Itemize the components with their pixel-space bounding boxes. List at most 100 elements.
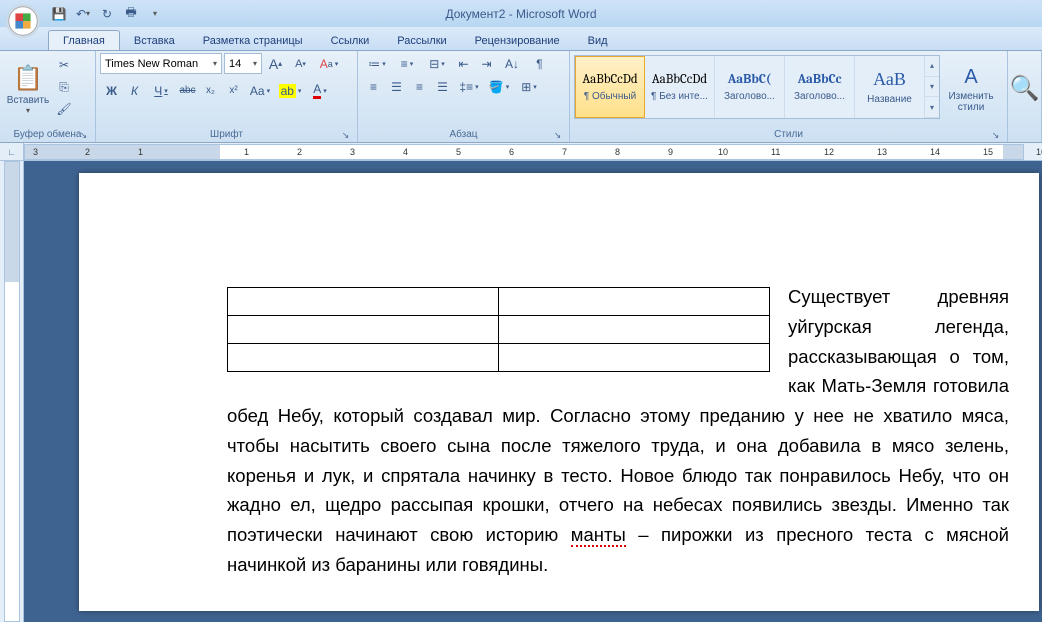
- style-name: Заголово...: [794, 91, 845, 102]
- shading-button[interactable]: 🪣▾: [484, 76, 514, 97]
- change-styles-button[interactable]: A Изменить стили: [942, 53, 1000, 125]
- underline-button[interactable]: Ч▾: [146, 80, 176, 101]
- bold-button[interactable]: Ж: [100, 80, 123, 101]
- table-cell[interactable]: [228, 288, 499, 316]
- underline-label: Ч: [154, 84, 162, 98]
- font-color-button[interactable]: A▾: [305, 80, 335, 101]
- style-heading2[interactable]: AaBbCc Заголово...: [785, 56, 855, 118]
- font-group-label: Шрифт: [210, 129, 243, 140]
- paragraph-launcher[interactable]: ↘: [551, 129, 564, 142]
- table-cell[interactable]: [499, 316, 770, 344]
- spelling-error[interactable]: манты: [571, 524, 626, 547]
- tab-references[interactable]: Ссылки: [317, 31, 384, 50]
- qat-undo[interactable]: ↶▾: [72, 3, 94, 25]
- bullets-button[interactable]: ≔▾: [362, 53, 392, 74]
- qat-print[interactable]: 🖶: [120, 3, 142, 25]
- group-paragraph: ≔▾ ≡▾ ⊟▾ ⇤ ⇥ A↓ ¶ ≡ ☰ ≡ ☰ ‡≡▾ 🪣▾ ⊞▾ Абза…: [358, 51, 570, 142]
- font-name-value: Times New Roman: [105, 58, 198, 70]
- table-cell[interactable]: [499, 288, 770, 316]
- style-title[interactable]: АаВ Название: [855, 56, 925, 118]
- style-heading1[interactable]: AaBbC( Заголово...: [715, 56, 785, 118]
- style-name: ¶ Обычный: [584, 91, 636, 102]
- style-preview: AaBbC(: [728, 72, 771, 87]
- align-right-button[interactable]: ≡: [408, 76, 431, 97]
- clipboard-launcher[interactable]: ↘: [77, 129, 90, 142]
- clipboard-icon: 📋: [13, 64, 43, 93]
- numbering-button[interactable]: ≡▾: [392, 53, 422, 74]
- styles-gallery: AaBbCcDd¶ Обычный AaBbCcDd¶ Без инте... …: [574, 55, 940, 119]
- tab-selector[interactable]: ∟: [0, 143, 24, 160]
- styles-up[interactable]: ▴: [925, 56, 939, 77]
- table-row[interactable]: [228, 344, 770, 372]
- table-cell[interactable]: [228, 316, 499, 344]
- ruler-row: ∟ 3 2 1 1 2 3 4 5 6 7 8 9 10 11 12 13 14…: [0, 143, 1042, 161]
- tab-view[interactable]: Вид: [574, 31, 622, 50]
- format-painter-button[interactable]: 🖌: [54, 99, 74, 119]
- table-row[interactable]: [228, 316, 770, 344]
- italic-button[interactable]: К: [123, 80, 146, 101]
- work-area: Существует древняя уйгурская легенда, ра…: [0, 161, 1042, 622]
- font-size-value: 14: [229, 58, 241, 70]
- change-case-button[interactable]: Aa▾: [245, 80, 275, 101]
- qat-redo[interactable]: ↻: [96, 3, 118, 25]
- clear-formatting-button[interactable]: Aa▾: [314, 53, 344, 74]
- style-preview: AaBbCc: [798, 72, 842, 87]
- ruler-ticks: 3 2 1 1 2 3 4 5 6 7 8 9 10 11 12 13 14 1…: [25, 145, 1023, 159]
- style-name: Название: [867, 94, 912, 105]
- style-no-spacing[interactable]: AaBbCcDd¶ Без инте...: [645, 56, 715, 118]
- horizontal-ruler[interactable]: 3 2 1 1 2 3 4 5 6 7 8 9 10 11 12 13 14 1…: [24, 144, 1024, 160]
- sort-button[interactable]: A↓: [498, 53, 528, 74]
- find-button[interactable]: 🔍: [1010, 53, 1040, 125]
- borders-button[interactable]: ⊞▾: [514, 76, 544, 97]
- grow-font-button[interactable]: A▴: [264, 53, 287, 74]
- style-preview: АаВ: [873, 69, 906, 90]
- tab-review[interactable]: Рецензирование: [461, 31, 574, 50]
- vertical-ruler[interactable]: [0, 161, 24, 622]
- font-launcher[interactable]: ↘: [339, 129, 352, 142]
- group-clipboard: 📋 Вставить ▾ ✂ ⎘ 🖌 Буфер обмена↘: [0, 51, 96, 142]
- font-size-combo[interactable]: 14▾: [224, 53, 262, 74]
- font-name-combo[interactable]: Times New Roman▾: [100, 53, 222, 74]
- table-row[interactable]: [228, 288, 770, 316]
- highlight-button[interactable]: ab▾: [275, 80, 305, 101]
- show-marks-button[interactable]: ¶: [528, 53, 551, 74]
- styles-launcher[interactable]: ↘: [989, 129, 1002, 142]
- document-area[interactable]: Существует древняя уйгурская легенда, ра…: [24, 161, 1042, 622]
- highlight-label: ab: [279, 84, 296, 98]
- align-center-button[interactable]: ☰: [385, 76, 408, 97]
- shrink-font-button[interactable]: A▾: [289, 53, 312, 74]
- strikethrough-button[interactable]: abc: [176, 80, 199, 101]
- style-normal[interactable]: AaBbCcDd¶ Обычный: [575, 56, 645, 118]
- document-table[interactable]: [227, 287, 770, 372]
- line-spacing-button[interactable]: ‡≡▾: [454, 76, 484, 97]
- table-cell[interactable]: [499, 344, 770, 372]
- style-name: Заголово...: [724, 91, 775, 102]
- page: Существует древняя уйгурская легенда, ра…: [79, 173, 1039, 611]
- copy-button[interactable]: ⎘: [54, 77, 74, 97]
- find-icon: 🔍: [1010, 74, 1040, 103]
- tab-home[interactable]: Главная: [48, 30, 120, 50]
- superscript-button[interactable]: x²: [222, 80, 245, 101]
- table-cell[interactable]: [228, 344, 499, 372]
- paste-button[interactable]: 📋 Вставить ▾: [4, 53, 52, 125]
- styles-more[interactable]: ▾: [925, 97, 939, 118]
- styles-scroll: ▴ ▾ ▾: [925, 56, 939, 118]
- style-preview: AaBbCcDd: [652, 72, 707, 87]
- undo-icon: ↶: [76, 7, 86, 21]
- increase-indent-button[interactable]: ⇥: [475, 53, 498, 74]
- cut-button[interactable]: ✂: [54, 55, 74, 75]
- group-font: Times New Roman▾ 14▾ A▴ A▾ Aa▾ Ж К Ч▾ ab…: [96, 51, 358, 142]
- tab-insert[interactable]: Вставка: [120, 31, 189, 50]
- qat-save[interactable]: 💾: [48, 3, 70, 25]
- tab-page-layout[interactable]: Разметка страницы: [189, 31, 317, 50]
- title-bar: 💾 ↶▾ ↻ 🖶 ▾ Документ2 - Microsoft Word: [0, 0, 1042, 27]
- tab-mailings[interactable]: Рассылки: [383, 31, 460, 50]
- subscript-button[interactable]: x₂: [199, 80, 222, 101]
- decrease-indent-button[interactable]: ⇤: [452, 53, 475, 74]
- styles-down[interactable]: ▾: [925, 77, 939, 98]
- multilevel-button[interactable]: ⊟▾: [422, 53, 452, 74]
- justify-button[interactable]: ☰: [431, 76, 454, 97]
- office-button[interactable]: [4, 2, 42, 40]
- qat-customize[interactable]: ▾: [144, 3, 166, 25]
- align-left-button[interactable]: ≡: [362, 76, 385, 97]
